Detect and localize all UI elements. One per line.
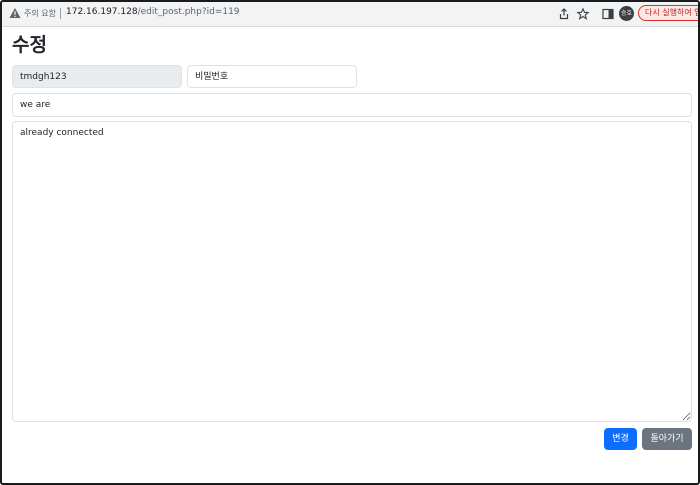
browser-window: 주의 요함 172.16.197.128/edit_post.php?id=11… [0,0,700,485]
share-icon[interactable] [557,7,571,21]
address-bar[interactable]: 172.16.197.128/edit_post.php?id=119 [66,7,240,17]
password-input[interactable] [187,65,357,88]
post-title-input[interactable] [12,93,692,117]
back-button[interactable]: 돌아가기 [642,428,692,450]
security-status[interactable]: 주의 요함 [24,8,56,19]
writer-field[interactable] [12,65,182,88]
url-separator [60,8,61,19]
relaunch-update-button[interactable]: 다시 실행하여 업 [638,5,698,21]
warning-icon[interactable] [9,7,21,19]
update-button[interactable]: 변경 [604,428,637,450]
post-content-textarea[interactable]: already connected [12,121,692,422]
browser-toolbar: 주의 요함 172.16.197.128/edit_post.php?id=11… [2,2,698,27]
profile-avatar[interactable]: 승호 [619,6,634,21]
url-path: /edit_post.php?id=119 [137,7,240,17]
url-host: 172.16.197.128 [66,7,138,17]
side-panel-icon[interactable] [601,7,615,21]
bookmark-star-icon[interactable] [576,7,590,21]
page-title: 수정 [12,34,47,56]
